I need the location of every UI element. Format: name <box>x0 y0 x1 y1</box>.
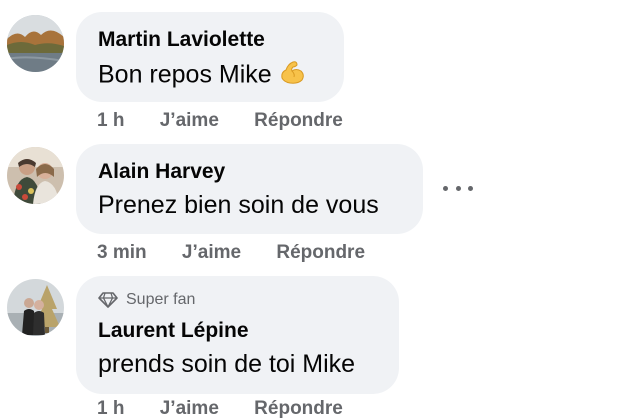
comment-text: Bon repos Mike <box>98 58 322 94</box>
more-options-icon[interactable] <box>443 176 473 200</box>
reply-link[interactable]: Répondre <box>276 242 365 264</box>
reply-link[interactable]: Répondre <box>254 110 343 132</box>
avatar-tree-image <box>7 279 64 336</box>
comment-bubble: Martin Laviolette Bon repos Mike <box>76 12 344 102</box>
comment-actions: 1 h J’aime Répondre <box>97 398 343 420</box>
reply-link[interactable]: Répondre <box>254 398 343 420</box>
comment-timestamp[interactable]: 1 h <box>97 110 124 132</box>
comment-actions: 1 h J’aime Répondre <box>97 110 343 132</box>
flexed-biceps-icon <box>278 58 306 94</box>
comment-text: Prenez bien soin de vous <box>98 191 379 219</box>
comment-timestamp[interactable]: 3 min <box>97 242 147 264</box>
comment-text: prends soin de toi Mike <box>98 350 356 378</box>
comment-author[interactable]: Martin Laviolette <box>98 27 322 53</box>
avatar[interactable] <box>7 15 64 72</box>
badge-label: Super fan <box>126 291 196 308</box>
like-link[interactable]: J’aime <box>182 242 241 264</box>
avatar[interactable] <box>7 279 64 336</box>
comment-text-content: Bon repos Mike <box>98 60 272 89</box>
avatar-couple-image <box>7 147 64 204</box>
comment-actions: 3 min J’aime Répondre <box>97 242 365 264</box>
comment-bubble: Alain Harvey Prenez bien soin de vous <box>76 144 423 234</box>
comment-bubble: Super fan Laurent Lépine prends soin de … <box>76 276 399 394</box>
diamond-icon <box>98 292 118 308</box>
comment-author[interactable]: Laurent Lépine <box>98 318 377 344</box>
super-fan-badge: Super fan <box>98 290 377 310</box>
like-link[interactable]: J’aime <box>160 110 219 132</box>
like-link[interactable]: J’aime <box>160 398 219 420</box>
comment-timestamp[interactable]: 1 h <box>97 398 124 420</box>
avatar-landscape-image <box>7 15 64 72</box>
avatar[interactable] <box>7 147 64 204</box>
comment-author[interactable]: Alain Harvey <box>98 159 401 185</box>
